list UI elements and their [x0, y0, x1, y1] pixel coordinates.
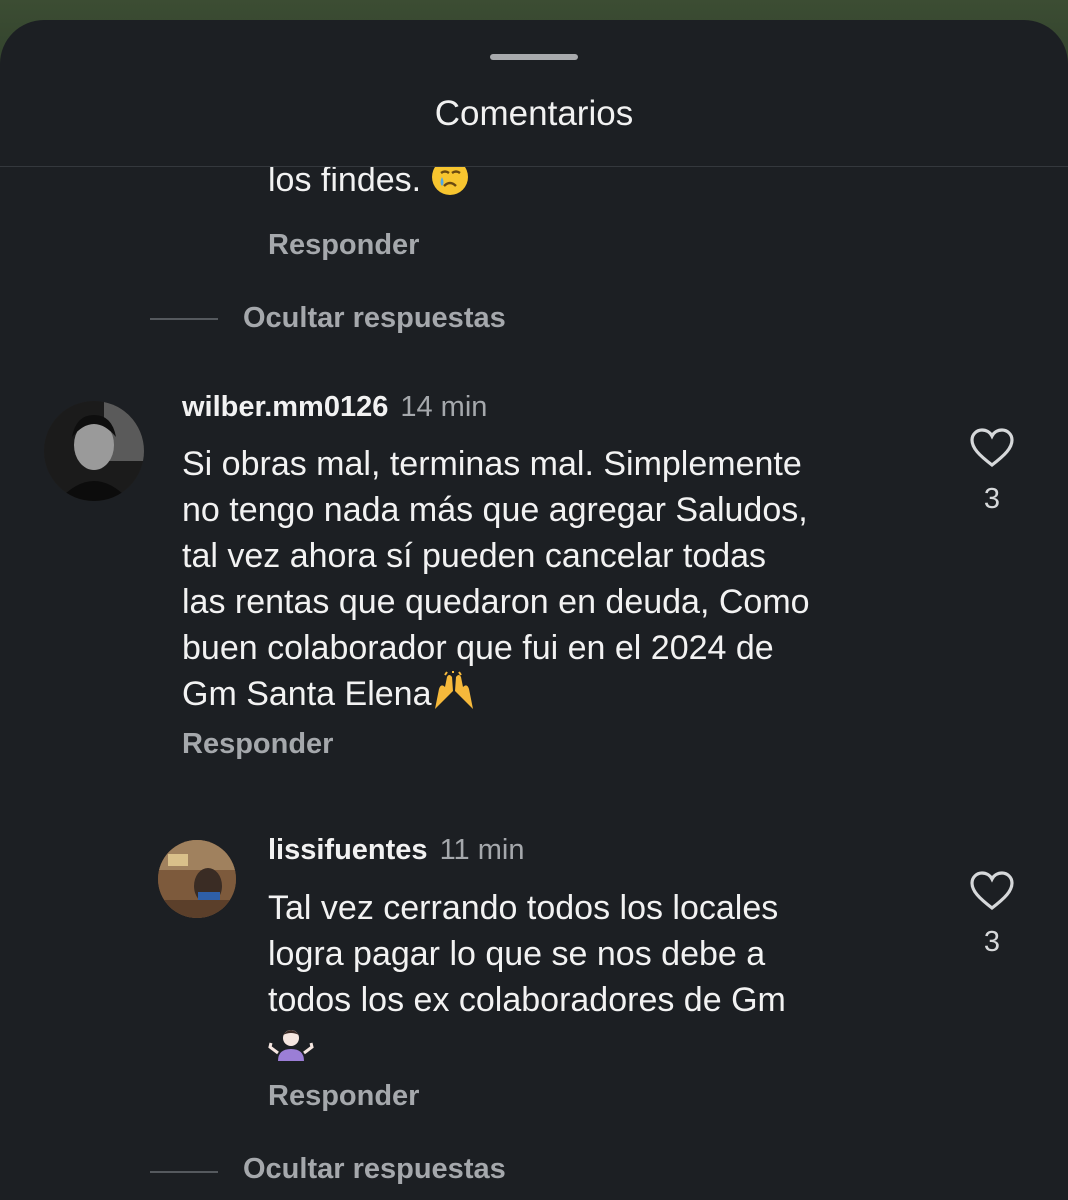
comment-line: las rentas que quedaron en deuda, Como [182, 583, 810, 621]
reply-button[interactable]: Responder [182, 728, 333, 761]
reply-body: Tal vez cerrando todos los locales logra… [268, 885, 948, 1075]
comment-timestamp: 14 min [400, 391, 488, 423]
reply-username[interactable]: lissifuentes [268, 834, 428, 866]
like-count: 3 [983, 483, 1001, 515]
hide-replies-button[interactable]: Ocultar respuestas [243, 302, 506, 335]
reply-timestamp: 11 min [439, 834, 525, 866]
comment-line: buen colaborador que fui en el 2024 de [182, 629, 774, 667]
crying-face-emoji [430, 167, 470, 202]
comment-line-text: Gm Santa Elena [182, 675, 432, 713]
reply-line: logra pagar lo que se nos debe a [268, 935, 766, 973]
comments-list[interactable]: los findes. Responder Ocultar respuestas [0, 167, 1068, 1200]
like-count: 3 [983, 926, 1001, 958]
comments-sheet: Comentarios los findes. Responder Oculta… [0, 20, 1068, 1200]
reply-button[interactable]: Responder [268, 1080, 419, 1113]
reply-line: Tal vez cerrando todos los locales [268, 889, 779, 927]
hide-replies-line [150, 318, 218, 320]
comment-line: no tengo nada más que agregar Saludos, [182, 491, 808, 529]
comment-body: Si obras mal, terminas mal. Simplemente … [182, 441, 942, 723]
comment-username[interactable]: wilber.mm0126 [182, 391, 388, 423]
partial-comment: los findes. [268, 167, 470, 203]
heart-icon[interactable] [969, 870, 1015, 912]
like-control: 3 [968, 427, 1016, 516]
comment-header: wilber.mm0126 14 min [182, 391, 487, 424]
reply-line: todos los ex colaboradores de Gm [268, 981, 786, 1019]
reply-emoji-line [268, 1023, 948, 1075]
like-control: 3 [968, 870, 1016, 959]
avatar-wilber[interactable] [44, 401, 144, 501]
avatar-photo-icon [158, 840, 236, 918]
person-shrugging-emoji [268, 1027, 314, 1075]
raising-hands-emoji [431, 671, 477, 723]
avatar-lissifuentes[interactable] [158, 840, 236, 918]
sheet-drag-handle[interactable] [490, 54, 578, 60]
comment-line: Si obras mal, terminas mal. Simplemente [182, 445, 802, 483]
comment-line: tal vez ahora sí pueden cancelar todas [182, 537, 767, 575]
hide-replies-button[interactable]: Ocultar respuestas [243, 1153, 506, 1186]
reply-button[interactable]: Responder [268, 229, 419, 262]
sheet-title: Comentarios [434, 94, 634, 133]
comment-line-last: Gm Santa Elena [182, 671, 942, 723]
reply-header: lissifuentes 11 min [268, 834, 524, 867]
avatar-photo-icon [44, 401, 144, 501]
comment-text: los findes. [268, 167, 422, 199]
hide-replies-line [150, 1171, 218, 1173]
heart-icon[interactable] [969, 427, 1015, 469]
